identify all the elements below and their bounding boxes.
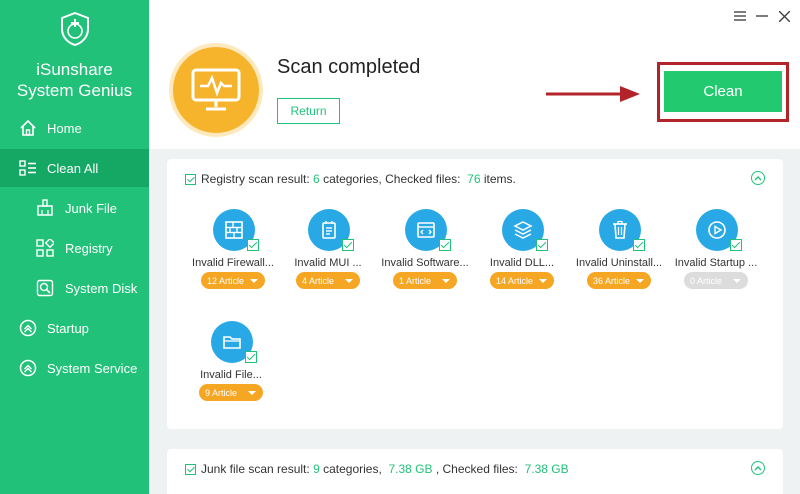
article-count: 0 Article — [690, 275, 723, 286]
article-count-dropdown[interactable]: 1 Article — [393, 272, 457, 289]
junk-mid: categories, — [319, 462, 386, 476]
junk-size: 7.38 GB — [388, 462, 433, 476]
item-label: Invalid Startup ... — [674, 257, 758, 269]
sidebar-item-startup[interactable]: Startup — [0, 309, 149, 347]
junk-mid2: , Checked files: — [432, 462, 522, 476]
article-count: 14 Article — [496, 275, 534, 286]
app-name-line2: System Genius — [16, 81, 133, 100]
article-count: 4 Article — [302, 275, 335, 286]
registry-result-card: Registry scan result: 6 categories, Chec… — [167, 159, 783, 429]
sidebar-item-label: Startup — [47, 320, 89, 336]
arrow-icon — [546, 86, 640, 102]
clean-button[interactable]: Clean — [664, 71, 782, 112]
sidebar-item-junk-file[interactable]: Junk File — [0, 189, 149, 227]
app-name: iSunshare — [36, 60, 113, 79]
registry-file-count: 76 — [467, 172, 481, 186]
collapse-up-icon[interactable] — [751, 171, 765, 185]
registry-mid: categories, Checked files: — [319, 172, 464, 186]
registry-result-header: Registry scan result: 6 categories, Chec… — [185, 172, 516, 186]
item-label: Invalid MUI ... — [294, 257, 362, 269]
item-label: Invalid File... — [200, 369, 262, 381]
checkbox-checked-icon[interactable] — [342, 239, 354, 251]
registry-category-count: 6 — [313, 172, 320, 186]
dropdown-arrow-icon — [248, 391, 256, 395]
collapse-up-icon[interactable] — [751, 461, 765, 475]
junk-result-card: Junk file scan result: 9 categories, 7.3… — [167, 449, 783, 494]
return-button[interactable]: Return — [277, 98, 340, 124]
dropdown-arrow-icon — [345, 279, 353, 283]
article-count-dropdown[interactable]: 0 Article — [684, 272, 748, 289]
shield-logo-icon — [61, 12, 89, 46]
article-count-dropdown[interactable]: 12 Article — [201, 272, 265, 289]
sidebar-item-home[interactable]: Home — [0, 109, 149, 147]
registry-item-uninstall[interactable]: Invalid Uninstall... 36 Article — [569, 209, 669, 299]
article-count-dropdown[interactable]: 9 Article — [199, 384, 263, 401]
sidebar-item-label: Clean All — [47, 160, 99, 176]
registry-item-startup[interactable]: Invalid Startup ... 0 Article — [666, 209, 766, 299]
checkbox-checked-icon[interactable] — [633, 239, 645, 251]
dropdown-arrow-icon — [539, 279, 547, 283]
registry-suffix: items. — [480, 172, 516, 186]
scan-header: Scan completed Return Clean — [149, 0, 800, 149]
dropdown-arrow-icon — [636, 279, 644, 283]
dropdown-arrow-icon — [442, 279, 450, 283]
registry-checkbox[interactable] — [185, 173, 196, 185]
sidebar-item-registry[interactable]: Registry — [0, 229, 149, 267]
registry-icon — [34, 237, 56, 259]
sidebar-item-label: Home — [47, 120, 82, 136]
checkbox-checked-icon[interactable] — [247, 239, 259, 251]
clean-all-icon — [17, 157, 39, 179]
junk-category-count: 9 — [313, 462, 320, 476]
checkbox-checked-icon[interactable] — [245, 351, 257, 363]
decor-dot — [179, 66, 184, 71]
item-label: Invalid Software... — [381, 257, 469, 269]
junk-prefix: Junk file scan result: — [201, 462, 310, 476]
junk-result-header: Junk file scan result: 9 categories, 7.3… — [185, 462, 569, 476]
sidebar-item-clean-all[interactable]: Clean All — [0, 149, 149, 187]
disk-icon — [34, 277, 56, 299]
article-count: 12 Article — [207, 275, 245, 286]
dropdown-arrow-icon — [733, 279, 741, 283]
article-count: 9 Article — [205, 387, 238, 398]
sidebar-item-label: System Disk — [65, 280, 138, 296]
registry-item-mui[interactable]: Invalid MUI ... 4 Article — [278, 209, 378, 299]
monitor-icon — [173, 47, 259, 133]
item-label: Invalid Firewall... — [192, 257, 274, 269]
minimize-icon[interactable] — [754, 8, 770, 24]
article-count-dropdown[interactable]: 36 Article — [587, 272, 651, 289]
junk-file-count: 7.38 GB — [524, 462, 569, 476]
item-label: Invalid Uninstall... — [575, 257, 663, 269]
sidebar-item-label: System Service — [47, 360, 138, 376]
registry-item-firewall[interactable]: Invalid Firewall... 12 Article — [183, 209, 283, 299]
registry-item-dll[interactable]: Invalid DLL... 14 Article — [472, 209, 572, 299]
sidebar-item-system-service[interactable]: System Service — [0, 349, 149, 387]
close-icon[interactable] — [776, 8, 792, 24]
sidebar: iSunshare System Genius Home Clean All J… — [0, 0, 149, 494]
registry-item-software[interactable]: Invalid Software... 1 Article — [375, 209, 475, 299]
registry-prefix: Registry scan result: — [201, 172, 310, 186]
article-count: 1 Article — [399, 275, 432, 286]
page-title: Scan completed — [277, 56, 421, 78]
broom-icon — [34, 197, 56, 219]
junk-checkbox[interactable] — [185, 463, 196, 475]
checkbox-checked-icon[interactable] — [730, 239, 742, 251]
startup-icon — [17, 317, 39, 339]
article-count: 36 Article — [593, 275, 631, 286]
dropdown-arrow-icon — [250, 279, 258, 283]
home-icon — [17, 117, 39, 139]
sidebar-item-label: Registry — [65, 240, 113, 256]
service-icon — [17, 357, 39, 379]
checkbox-checked-icon[interactable] — [536, 239, 548, 251]
sidebar-item-system-disk[interactable]: System Disk — [0, 269, 149, 307]
article-count-dropdown[interactable]: 14 Article — [490, 272, 554, 289]
checkbox-checked-icon[interactable] — [439, 239, 451, 251]
registry-item-file[interactable]: Invalid File... 9 Article — [181, 321, 281, 411]
menu-icon[interactable] — [732, 8, 748, 24]
item-label: Invalid DLL... — [489, 257, 555, 269]
sidebar-item-label: Junk File — [65, 200, 118, 216]
article-count-dropdown[interactable]: 4 Article — [296, 272, 360, 289]
